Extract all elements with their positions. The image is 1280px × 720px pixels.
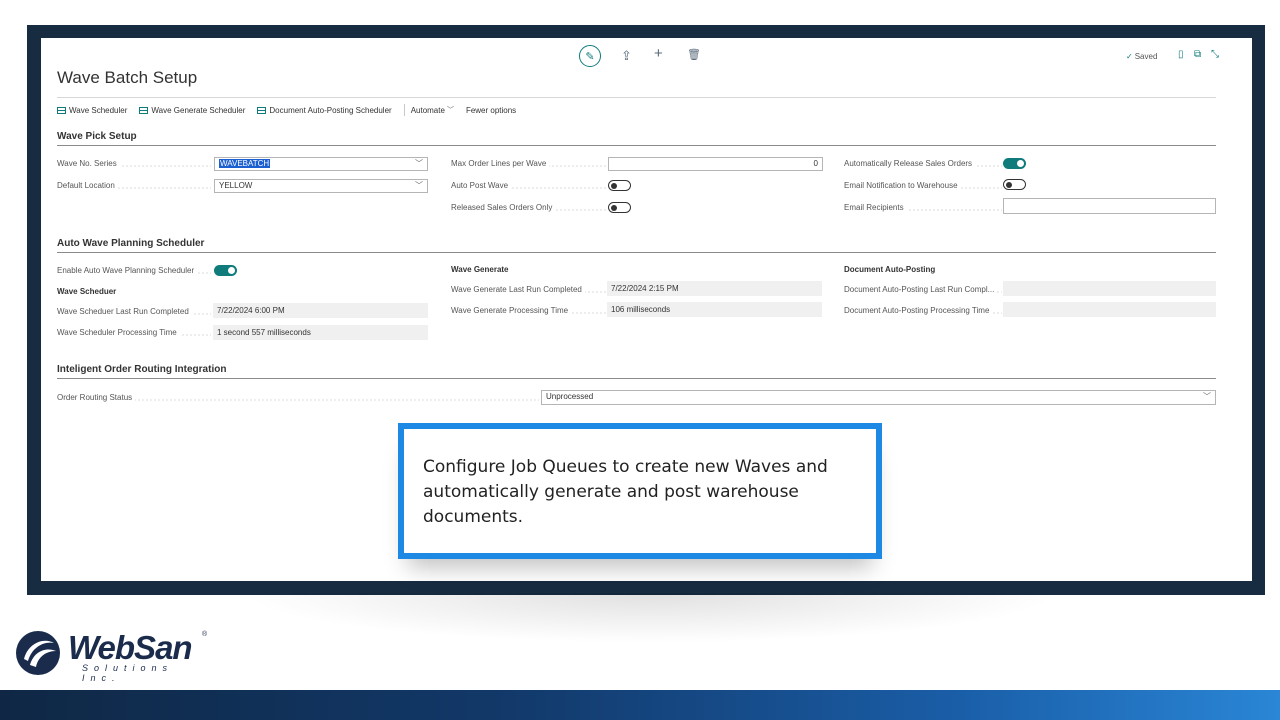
enable-auto-wave-toggle[interactable]: [214, 265, 237, 276]
ws-processing-label: Wave Scheduler Processing Time: [57, 327, 211, 339]
chevron-down-icon: ﹀: [415, 181, 423, 190]
default-location-label: Default Location: [57, 180, 211, 192]
action-bar: Wave Scheduler Wave Generate Scheduler D…: [57, 104, 528, 116]
bottom-gradient-bar: [0, 690, 1280, 720]
wave-generate-heading: Wave Generate: [451, 265, 509, 274]
released-sales-orders-only-label: Released Sales Orders Only: [451, 202, 606, 214]
doc-posting-heading: Document Auto-Posting: [844, 265, 936, 274]
callout-text: Configure Job Queues to create new Waves…: [423, 457, 828, 527]
ws-processing-value: 1 second 557 milliseconds: [213, 325, 428, 340]
automate-menu[interactable]: Automate ﹀: [411, 105, 454, 115]
dp-processing-value: [1003, 302, 1216, 317]
wg-processing-value: 106 milliseconds: [607, 302, 822, 317]
add-icon[interactable]: +: [654, 45, 663, 62]
email-recipients-label: Email Recipients: [844, 202, 1002, 214]
email-notification-toggle[interactable]: [1003, 179, 1026, 190]
shadow: [240, 593, 1060, 643]
wave-no-series-select[interactable]: WAVEBATCH ﹀: [214, 157, 428, 171]
max-order-lines-input[interactable]: 0: [608, 157, 823, 171]
released-sales-orders-only-toggle[interactable]: [608, 202, 631, 213]
logo-subtitle: Solutions Inc.: [82, 663, 174, 683]
callout-box: Configure Job Queues to create new Waves…: [398, 423, 882, 559]
top-toolbar: ✎ ⇪ + 🗑 ✓ Saved ▯ ⧉ ⤡: [41, 38, 1252, 74]
check-icon: ✓: [1126, 52, 1133, 61]
document-auto-posting-scheduler-action[interactable]: Document Auto-Posting Scheduler: [257, 106, 392, 115]
logo-trademark: ®: [202, 631, 208, 638]
dp-processing-label: Document Auto-Posting Processing Time: [844, 305, 1002, 317]
wave-scheduler-heading: Wave Scheduer: [57, 287, 117, 296]
section-title-wave-pick-setup: Wave Pick Setup: [57, 131, 137, 142]
logo-wordmark: WebSan: [68, 629, 193, 666]
page-title: Wave Batch Setup: [57, 68, 198, 87]
wg-last-run-value: 7/22/2024 2:15 PM: [607, 281, 822, 296]
table-icon: [257, 106, 267, 114]
enable-auto-wave-label: Enable Auto Wave Planning Scheduler: [57, 265, 211, 277]
bookmark-icon[interactable]: ▯: [1178, 49, 1184, 60]
max-order-lines-label: Max Order Lines per Wave: [451, 158, 606, 170]
collapse-icon[interactable]: ⤡: [1211, 49, 1219, 60]
websan-logo-mark-icon: [16, 631, 60, 675]
fewer-options-button[interactable]: Fewer options: [466, 106, 516, 115]
table-icon: [139, 106, 149, 114]
edit-icon[interactable]: ✎: [579, 45, 601, 67]
divider: [57, 97, 1216, 98]
delete-icon[interactable]: 🗑: [687, 48, 701, 61]
divider: [57, 145, 1216, 146]
ws-last-run-label: Wave Scheduer Last Run Completed: [57, 306, 211, 318]
section-title-order-routing: Inteligent Order Routing Integration: [57, 364, 227, 375]
chevron-down-icon: ﹀: [415, 159, 423, 168]
divider: [57, 378, 1216, 379]
auto-release-sales-orders-label: Automatically Release Sales Orders: [844, 158, 1002, 170]
section-title-auto-wave-planning: Auto Wave Planning Scheduler: [57, 238, 205, 249]
auto-post-wave-label: Auto Post Wave: [451, 180, 606, 192]
auto-release-sales-orders-toggle[interactable]: [1003, 158, 1026, 169]
share-icon[interactable]: ⇪: [621, 48, 632, 64]
order-routing-status-select[interactable]: Unprocessed ﹀: [541, 390, 1216, 405]
wg-processing-label: Wave Generate Processing Time: [451, 305, 606, 317]
divider: [403, 104, 405, 116]
auto-post-wave-toggle[interactable]: [608, 180, 631, 191]
wave-generate-scheduler-action[interactable]: Wave Generate Scheduler: [139, 106, 245, 115]
email-recipients-input[interactable]: [1003, 198, 1216, 214]
default-location-select[interactable]: YELLOW ﹀: [214, 179, 428, 193]
dp-last-run-value: [1003, 281, 1216, 296]
email-notification-label: Email Notification to Warehouse: [844, 180, 1002, 192]
chevron-down-icon: ﹀: [446, 107, 454, 114]
ws-last-run-value: 7/22/2024 6:00 PM: [213, 303, 428, 318]
divider: [57, 252, 1216, 253]
dp-last-run-label: Document Auto-Posting Last Run Compl...: [844, 284, 1002, 296]
chevron-down-icon: ﹀: [1203, 392, 1211, 401]
wave-no-series-label: Wave No. Series: [57, 158, 211, 170]
wave-scheduler-action[interactable]: Wave Scheduler: [57, 106, 127, 115]
saved-status: ✓ Saved: [1126, 52, 1158, 61]
wg-last-run-label: Wave Generate Last Run Completed: [451, 284, 606, 296]
order-routing-status-label: Order Routing Status: [57, 392, 539, 404]
open-new-window-icon[interactable]: ⧉: [1194, 49, 1201, 60]
websan-logo: WebSan ® Solutions Inc.: [14, 627, 214, 683]
table-icon: [57, 106, 66, 114]
